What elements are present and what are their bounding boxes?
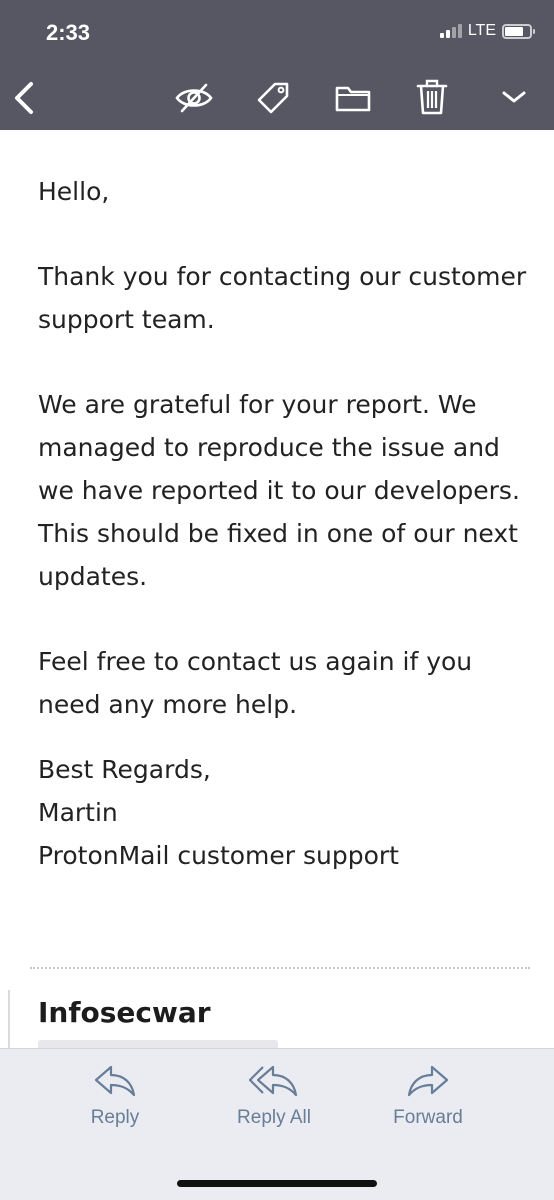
bottom-action-bar: Reply Reply All Forward — [0, 1048, 554, 1200]
card-edge — [8, 990, 10, 1050]
forward-button[interactable]: Forward — [368, 1063, 488, 1129]
move-folder-icon — [335, 86, 371, 112]
signal-strength-icon — [439, 24, 462, 38]
mark-unread-button[interactable] — [172, 78, 216, 118]
reply-icon — [94, 1065, 136, 1097]
trash-icon — [416, 79, 448, 115]
forward-label: Forward — [393, 1107, 463, 1128]
email-paragraph: Feel free to contact us again if you nee… — [38, 647, 473, 719]
next-message-sender: Infosecwar — [38, 996, 211, 1029]
battery-icon — [502, 23, 535, 39]
email-body: Hello, Thank you for contacting our cust… — [38, 170, 538, 877]
network-type: LTE — [467, 22, 496, 39]
email-signer-org: ProtonMail customer support — [38, 841, 399, 870]
more-options-button[interactable] — [494, 80, 534, 114]
unread-eye-icon — [175, 83, 213, 113]
home-indicator[interactable] — [177, 1180, 377, 1187]
email-paragraph: We are grateful for your report. We mana… — [38, 390, 520, 591]
status-indicators: LTE — [439, 22, 535, 40]
next-message-card[interactable]: Infosecwar — [0, 990, 554, 1052]
email-greeting: Hello, — [38, 177, 110, 206]
reply-all-icon — [249, 1065, 298, 1097]
reply-all-label: Reply All — [237, 1107, 311, 1128]
label-button[interactable] — [252, 76, 294, 120]
delete-button[interactable] — [412, 74, 452, 120]
label-tag-icon — [257, 82, 289, 114]
message-divider — [30, 967, 530, 969]
back-chevron-icon — [15, 82, 33, 114]
forward-icon — [407, 1065, 449, 1097]
more-chevron-down-icon — [502, 91, 526, 103]
top-header: 2:33 LTE — [0, 0, 554, 130]
reply-all-button[interactable]: Reply All — [214, 1063, 334, 1129]
back-button[interactable] — [4, 76, 44, 120]
move-folder-button[interactable] — [332, 78, 374, 118]
reply-button[interactable]: Reply — [55, 1063, 175, 1129]
reply-label: Reply — [90, 1107, 140, 1128]
email-signoff: Best Regards, — [38, 755, 211, 784]
email-signer: Martin — [38, 798, 118, 827]
email-paragraph: Thank you for contacting our customer su… — [38, 262, 527, 334]
status-time: 2:33 — [46, 20, 91, 45]
